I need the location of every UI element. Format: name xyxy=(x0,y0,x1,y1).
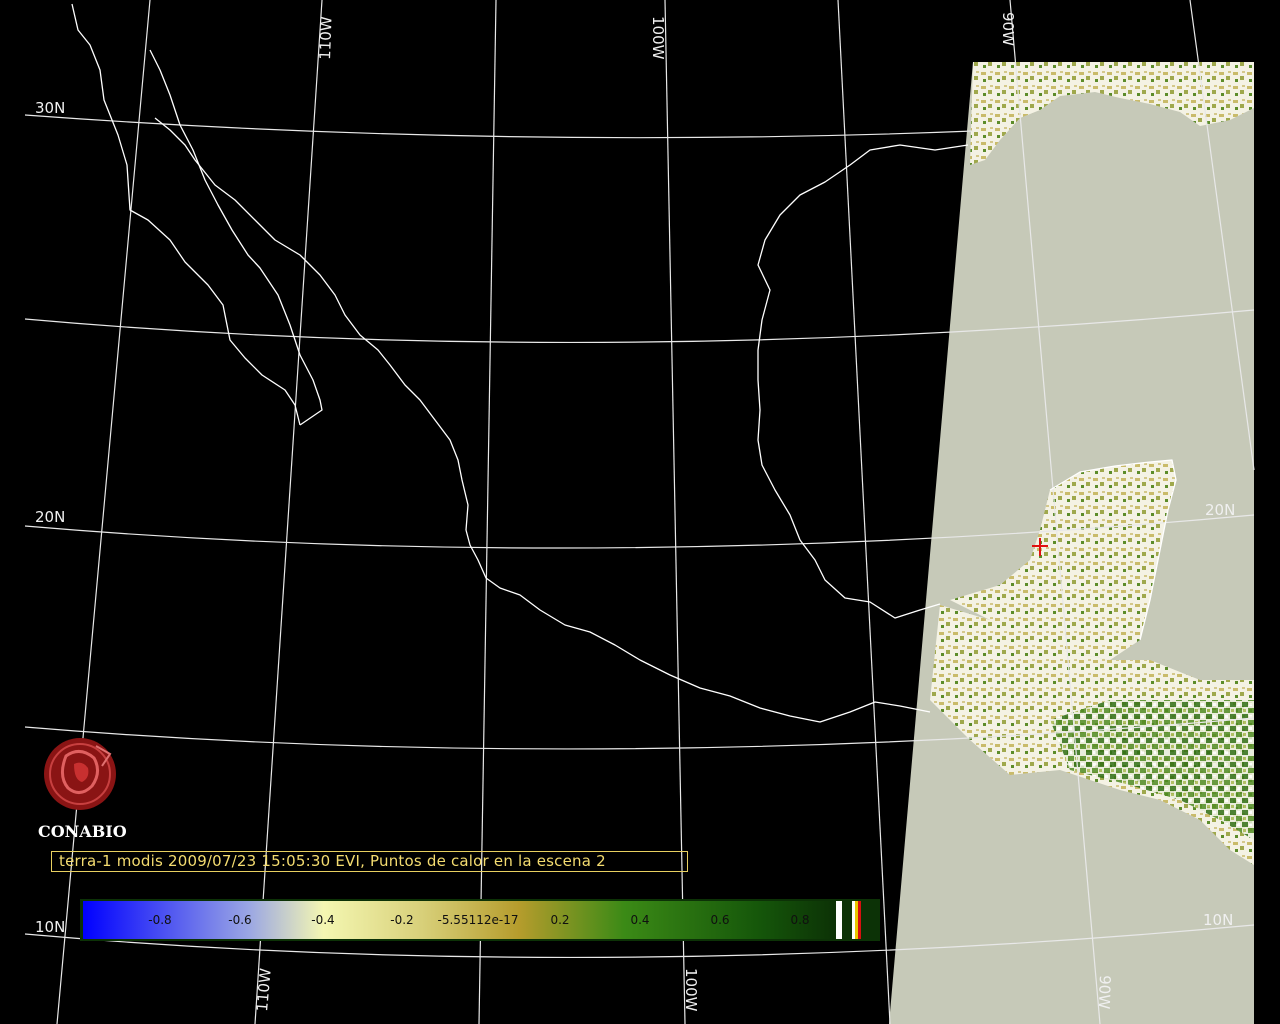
scene-caption: terra-1 modis 2009/07/23 15:05:30 EVI, P… xyxy=(51,851,688,872)
label-lon-90w-bottom: 90W xyxy=(1095,975,1114,1010)
label-lat-10n-left: 10N xyxy=(35,918,65,936)
coast-pacific-mexico xyxy=(465,529,931,723)
colorbar-tick-label: 0.4 xyxy=(630,913,649,927)
conabio-logo-text: CONABIO xyxy=(38,822,127,841)
grid-lat-30n xyxy=(24,114,974,139)
evi-colorbar: -0.8 -0.6 -0.4 -0.2 -5.55112e-17 0.2 0.4 0.6 0.8 xyxy=(80,899,880,941)
coast-baja-west xyxy=(71,3,301,426)
label-lon-100w-bottom: 100W xyxy=(682,968,700,1012)
grid-lon-95w xyxy=(837,0,891,1024)
label-lat-30n: 30N xyxy=(35,99,65,117)
label-lon-110w-bottom: 110W xyxy=(253,967,275,1012)
colorbar-red-band xyxy=(858,901,861,939)
colorbar-white-band-2 xyxy=(852,901,855,939)
label-lat-20n-right: 20N xyxy=(1205,501,1235,519)
label-lon-90w-top: 90W xyxy=(999,12,1017,46)
coast-baja-east xyxy=(149,49,323,426)
label-lat-20n-left: 20N xyxy=(35,508,65,526)
colorbar-tick-label: 0.6 xyxy=(710,913,729,927)
colorbar-white-band xyxy=(836,901,842,939)
colorbar-tick-label: -0.2 xyxy=(390,913,413,927)
conabio-logo xyxy=(44,738,116,810)
label-lon-100w-top: 100W xyxy=(649,16,667,60)
colorbar-tick-label: -5.55112e-17 xyxy=(438,913,519,927)
colorbar-yellow-band xyxy=(855,901,858,939)
label-lon-110w-top: 110W xyxy=(316,16,336,60)
coast-sonora xyxy=(154,117,469,531)
label-lat-10n-right: 10N xyxy=(1203,911,1233,929)
colorbar-tick-label: -0.6 xyxy=(228,913,251,927)
colorbar-tick-label: -0.8 xyxy=(148,913,171,927)
colorbar-tick-label: 0.8 xyxy=(790,913,809,927)
colorbar-tick-label: 0.2 xyxy=(550,913,569,927)
colorbar-tick-label: -0.4 xyxy=(311,913,334,927)
